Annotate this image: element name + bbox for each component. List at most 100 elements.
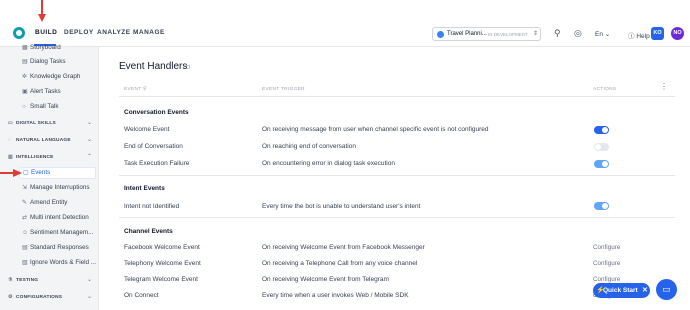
skills-icon: ▭: [8, 121, 13, 126]
testing-icon: ⚗: [8, 278, 13, 283]
language-icon: ◌: [8, 138, 12, 143]
intelligence-icon: ▥: [8, 155, 13, 160]
sidebar-item-label: Multi intent Detection: [30, 214, 89, 221]
event-trigger: On receiving message from user when chan…: [262, 126, 489, 133]
event-name: Welcome Event: [124, 126, 170, 133]
language-selector[interactable]: En ⌄: [595, 30, 610, 38]
sidebar-item-label: Sentiment Managem...: [30, 229, 94, 236]
toggle-intent-not-identified[interactable]: [594, 202, 609, 210]
chevron-down-icon[interactable]: ⌄: [87, 136, 92, 143]
settings-icon[interactable]: ◎: [574, 28, 582, 39]
divider: [119, 96, 675, 97]
multi-intent-icon: ⇄: [22, 215, 28, 221]
sidebar-item-events-selected[interactable]: ▢ Events: [23, 169, 50, 176]
sidebar-item-label: Knowledge Graph: [30, 73, 81, 80]
event-name: On Connect: [124, 292, 159, 299]
sidebar-section-configurations[interactable]: ⚙ CONFIGURATIONS: [8, 295, 62, 300]
search-icon[interactable]: ⚲: [554, 28, 561, 39]
section-label: INTELLIGENCE: [16, 155, 54, 160]
configure-link[interactable]: Configure: [593, 276, 620, 283]
top-bar: BUILD DEPLOY ANALYZE MANAGE Travel Plann…: [0, 0, 690, 47]
sidebar-item-label: Ignore Words & Field ...: [30, 259, 97, 266]
sidebar-item-manage-interruptions[interactable]: ⇲ Manage Interruptions: [22, 184, 90, 191]
group-channel-events: Channel Events: [124, 228, 173, 235]
event-name: Task Execution Failure: [124, 160, 190, 167]
chat-widget-button[interactable]: ▭: [656, 279, 677, 300]
bot-selector[interactable]: Travel Planni... IN DEVELOPMENT ⇕: [432, 27, 541, 41]
red-arrow-down-annotation: [38, 0, 46, 22]
divider: [119, 175, 675, 176]
tab-deploy[interactable]: DEPLOY: [64, 29, 94, 36]
help-label: Help: [636, 33, 650, 40]
tab-analyze[interactable]: ANALYZE: [97, 29, 131, 36]
event-name: Telegram Welcome Event: [124, 276, 198, 283]
event-trigger: On receiving a Telephone Call from any v…: [262, 260, 418, 267]
sidebar-section-testing[interactable]: ⚗ TESTING: [8, 278, 38, 283]
workspace-avatar[interactable]: KO: [651, 27, 664, 40]
storyboard-icon: ▦: [22, 45, 28, 51]
sidebar-item-small-talk[interactable]: ○ Small Talk: [22, 103, 59, 110]
sidebar-item-label: Dialog Tasks: [30, 58, 66, 65]
red-arrow-right-annotation: [0, 169, 22, 177]
toggle-task-execution-failure[interactable]: [594, 160, 609, 168]
chat-icon: ○: [22, 104, 26, 110]
toggle-welcome-event[interactable]: [594, 126, 609, 134]
sidebar-section-digital-skills[interactable]: ▭ DIGITAL SKILLS: [8, 121, 56, 126]
dialog-icon: ▤: [22, 59, 28, 65]
event-name: Facebook Welcome Event: [124, 244, 200, 251]
event-name: Intent not Identified: [124, 203, 180, 210]
sentiment-icon: ☺: [22, 230, 29, 236]
tab-build[interactable]: BUILD: [35, 29, 57, 36]
section-label: CONFIGURATIONS: [16, 295, 63, 300]
event-trigger: On receiving Welcome Event from Telegram: [262, 276, 389, 283]
help-link[interactable]: ⓘ Help: [628, 30, 650, 40]
alert-icon: ▣: [22, 89, 28, 95]
tab-manage[interactable]: MANAGE: [133, 29, 165, 36]
chevron-up-icon[interactable]: ⌃: [87, 153, 92, 160]
sidebar-item-label: Small Talk: [30, 103, 59, 110]
sidebar-item-multi-intent[interactable]: ⇄ Multi intent Detection: [22, 214, 89, 221]
column-header-actions: ACTIONS: [593, 87, 617, 92]
sidebar-section-natural-language[interactable]: ◌ NATURAL LANGUAGE: [8, 138, 71, 143]
section-label: NATURAL LANGUAGE: [16, 138, 71, 143]
toggle-end-of-conversation[interactable]: [594, 143, 609, 151]
sidebar-section-intelligence[interactable]: ▥ INTELLIGENCE: [8, 155, 54, 160]
close-icon[interactable]: ✕: [642, 286, 648, 294]
column-header-trigger: EVENT TRIGGER: [262, 87, 305, 92]
event-trigger: On receiving Welcome Event from Facebook…: [262, 244, 425, 251]
sidebar-item-standard-responses[interactable]: ▤ Standard Responses: [22, 244, 89, 251]
book-icon[interactable]: ▭: [183, 62, 191, 71]
chat-icon: ▭: [662, 284, 671, 294]
section-label: DIGITAL SKILLS: [16, 121, 56, 126]
sidebar-item-alert-tasks[interactable]: ▣ Alert Tasks: [22, 88, 61, 95]
chevron-down-icon[interactable]: ⌄: [87, 119, 92, 126]
sidebar-item-dialog-tasks[interactable]: ▤ Dialog Tasks: [22, 58, 66, 65]
sidebar-item-knowledge-graph[interactable]: ✲ Knowledge Graph: [22, 73, 80, 80]
sidebar-item-ignore-words[interactable]: ▧ Ignore Words & Field ...: [22, 259, 96, 266]
group-conversation-events: Conversation Events: [124, 109, 189, 116]
sidebar-item-storyboard[interactable]: ▦ Storyboard: [22, 44, 61, 51]
app-logo[interactable]: [13, 27, 25, 39]
configure-link[interactable]: Configure: [593, 244, 620, 251]
column-header-event[interactable]: EVENT ⚲: [124, 87, 147, 92]
section-label: TESTING: [16, 278, 39, 283]
sidebar-item-label: Storyboard: [30, 44, 61, 51]
sidebar-item-sentiment[interactable]: ☺ Sentiment Managem...: [22, 229, 93, 236]
language-label: En: [595, 31, 603, 38]
sidebar-item-label: Events: [31, 169, 51, 176]
config-icon: ⚙: [8, 295, 13, 300]
chevron-down-icon[interactable]: ⌄: [87, 293, 92, 300]
sidebar-item-label: Alert Tasks: [30, 88, 61, 95]
quick-start-button[interactable]: ⚡ Quick Start ✕: [593, 283, 650, 298]
configure-link[interactable]: Configure: [593, 260, 620, 267]
column-label: EVENT: [124, 87, 142, 92]
event-trigger: Every time the bot is unable to understa…: [262, 203, 421, 210]
graph-icon: ✲: [22, 74, 28, 80]
user-avatar[interactable]: NO: [671, 27, 684, 40]
main-content: Event Handlers ▭ EVENT ⚲ EVENT TRIGGER A…: [100, 47, 690, 310]
bot-name: Travel Planni...: [447, 31, 487, 37]
more-options-icon[interactable]: ⋮: [660, 82, 668, 91]
chevron-down-icon[interactable]: ⌄: [87, 276, 92, 283]
search-icon[interactable]: ⚲: [143, 87, 147, 92]
sidebar-item-amend-entity[interactable]: ✎ Amend Entity: [22, 199, 67, 206]
